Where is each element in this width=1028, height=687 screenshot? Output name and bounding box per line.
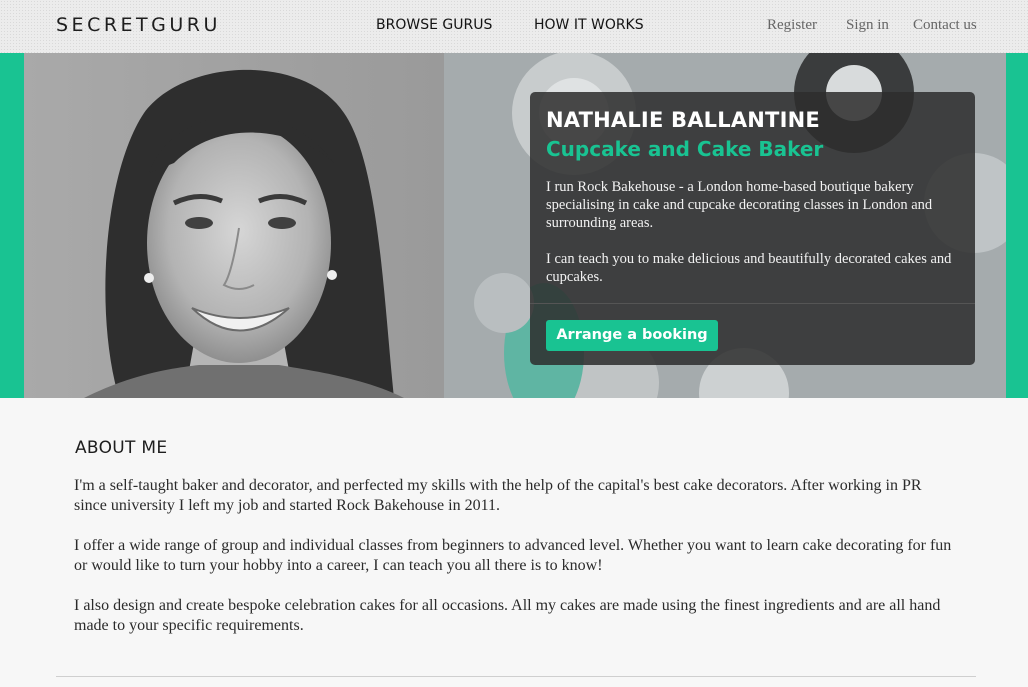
about-paragraph: I'm a self-taught baker and decorator, a… bbox=[74, 477, 922, 514]
about-paragraph: I also design and create bespoke celebra… bbox=[74, 597, 941, 634]
guru-bio-paragraph: I can teach you to make delicious and be… bbox=[546, 251, 952, 285]
signin-link[interactable]: Sign in bbox=[846, 17, 889, 34]
about-section: ABOUT ME I'm a self-taught baker and dec… bbox=[0, 398, 1028, 687]
site-logo[interactable]: SECRETGURU bbox=[56, 14, 221, 36]
guru-name: NATHALIE BALLANTINE bbox=[546, 108, 820, 132]
about-paragraph: I offer a wide range of group and indivi… bbox=[74, 537, 952, 574]
about-heading: ABOUT ME bbox=[75, 438, 168, 458]
guru-portrait-image bbox=[24, 53, 444, 398]
nav-browse-gurus[interactable]: BROWSE GURUS bbox=[376, 17, 492, 33]
register-link[interactable]: Register bbox=[767, 17, 817, 34]
about-body: I'm a self-taught baker and decorator, a… bbox=[74, 476, 954, 656]
guru-bio-paragraph: I run Rock Bakehouse - a London home-bas… bbox=[546, 179, 933, 231]
arrange-booking-button[interactable]: Arrange a booking bbox=[546, 320, 718, 351]
section-divider bbox=[56, 676, 976, 677]
guru-info-card: NATHALIE BALLANTINE Cupcake and Cake Bak… bbox=[530, 92, 975, 365]
contact-link[interactable]: Contact us bbox=[913, 17, 977, 34]
guru-role: Cupcake and Cake Baker bbox=[546, 137, 824, 161]
site-header: SECRETGURU BROWSE GURUS HOW IT WORKS Reg… bbox=[0, 0, 1028, 53]
hero-banner: NATHALIE BALLANTINE Cupcake and Cake Bak… bbox=[0, 53, 1028, 398]
nav-how-it-works[interactable]: HOW IT WORKS bbox=[534, 17, 644, 33]
card-divider bbox=[530, 303, 975, 304]
guru-bio: I run Rock Bakehouse - a London home-bas… bbox=[546, 178, 956, 304]
